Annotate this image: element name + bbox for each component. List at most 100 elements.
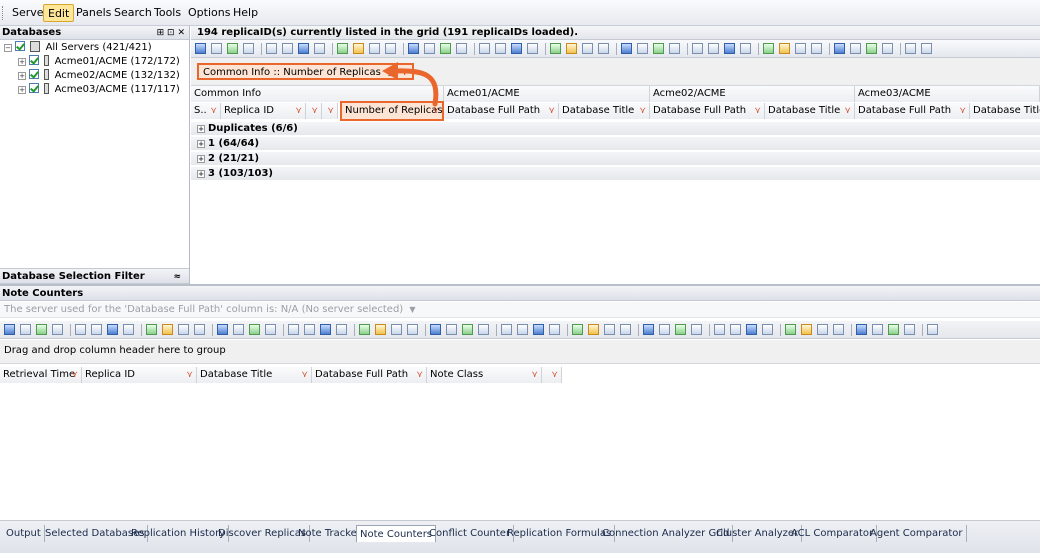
tab-note-counters[interactable]: Note Counters [356, 525, 437, 542]
group-row-3[interactable]: +3 (103/103) [191, 167, 1040, 181]
toolbar-button-icon[interactable] [669, 43, 680, 54]
toolbar-button-icon[interactable] [724, 43, 735, 54]
toolbar-button-icon[interactable] [298, 43, 309, 54]
column-header-database-full-path[interactable]: Database Full Path ⋎ [312, 367, 427, 383]
tab-note-tracker[interactable]: Note Tracker [295, 525, 365, 542]
checkbox[interactable] [29, 83, 40, 93]
column-header-note-class[interactable]: Note Class ⋎ [427, 367, 542, 383]
menu-edit[interactable]: Edit [43, 4, 75, 22]
toolbar-button-icon[interactable] [533, 324, 544, 335]
toolbar-button-icon[interactable] [288, 324, 299, 335]
checkbox[interactable] [15, 41, 26, 51]
toolbar-button-icon[interactable] [304, 324, 315, 335]
menu-help[interactable]: Help [229, 4, 262, 22]
filter-icon[interactable]: ⋎ [311, 103, 318, 119]
filter-icon[interactable]: ⋎ [327, 103, 334, 119]
toolbar-button-icon[interactable] [785, 324, 796, 335]
tab-agent-comparator[interactable]: Agent Comparator [867, 525, 967, 542]
column-header-blank[interactable]: ⋎ [542, 367, 562, 383]
column-header-acme02-full-path[interactable]: Database Full Path ⋎ [650, 103, 765, 119]
toolbar-button-icon[interactable] [659, 324, 670, 335]
toolbar-button-icon[interactable] [407, 324, 418, 335]
filter-icon[interactable]: ⋎ [639, 103, 646, 119]
tree-item-acme03[interactable]: + Acme03/ACME (117/117) [18, 83, 180, 97]
expand-icon[interactable]: + [197, 140, 205, 148]
toolbar-button-icon[interactable] [336, 324, 347, 335]
menu-panels[interactable]: Panels [72, 4, 115, 22]
toolbar-button-icon[interactable] [517, 324, 528, 335]
tab-output[interactable]: Output [3, 525, 45, 542]
toolbar-button-icon[interactable] [211, 43, 222, 54]
filter-icon[interactable]: ⋎ [416, 367, 423, 383]
toolbar-button-icon[interactable] [146, 324, 157, 335]
toolbar-button-icon[interactable] [36, 324, 47, 335]
tree-item-acme02[interactable]: + Acme02/ACME (132/132) [18, 69, 180, 83]
column-header-number-of-replicas[interactable]: Number of Replicas ⋎ [340, 101, 444, 121]
tab-acl-comparator[interactable]: ACL Comparator [788, 525, 878, 542]
toolbar-button-icon[interactable] [194, 324, 205, 335]
group-row-duplicates[interactable]: + Duplicates (6/6) [191, 122, 1040, 136]
tab-replication-history[interactable]: Replication History [128, 525, 230, 542]
toolbar-button-icon[interactable] [243, 43, 254, 54]
toolbar-button-icon[interactable] [446, 324, 457, 335]
toolbar-button-icon[interactable] [549, 324, 560, 335]
group-row-2[interactable]: +2 (21/21) [191, 152, 1040, 166]
toolbar-button-icon[interactable] [708, 43, 719, 54]
toolbar-button-icon[interactable] [856, 324, 867, 335]
filter-icon[interactable]: ⋎ [548, 103, 555, 119]
toolbar-button-icon[interactable] [233, 324, 244, 335]
filter-icon[interactable]: ⋎ [531, 367, 538, 383]
filter-icon[interactable]: ⋎ [432, 103, 439, 119]
toolbar-button-icon[interactable] [927, 324, 938, 335]
filter-icon[interactable]: ⋎ [401, 68, 408, 78]
toolbar-button-icon[interactable] [320, 324, 331, 335]
toolbar-button-icon[interactable] [833, 324, 844, 335]
toolbar-button-icon[interactable] [314, 43, 325, 54]
column-header-blank-1[interactable]: ⋎ [306, 103, 322, 119]
toolbar-button-icon[interactable] [817, 324, 828, 335]
filter-icon[interactable]: ⋎ [844, 103, 851, 119]
expand-icon[interactable]: + [18, 72, 26, 80]
toolbar-button-icon[interactable] [714, 324, 725, 335]
dropdown-arrow-icon[interactable]: ▼ [409, 305, 415, 314]
checkbox[interactable] [29, 69, 40, 79]
toolbar-button-icon[interactable] [572, 324, 583, 335]
toolbar-button-icon[interactable] [178, 324, 189, 335]
toolbar-button-icon[interactable] [582, 43, 593, 54]
toolbar-button-icon[interactable] [107, 324, 118, 335]
toolbar-button-icon[interactable] [462, 324, 473, 335]
checkbox[interactable] [29, 55, 40, 65]
expand-icon[interactable]: + [197, 170, 205, 178]
toolbar-button-icon[interactable] [604, 324, 615, 335]
filter-icon[interactable]: ⋎ [959, 103, 966, 119]
toolbar-button-icon[interactable] [905, 43, 916, 54]
toolbar-button-icon[interactable] [779, 43, 790, 54]
expand-icon[interactable]: + [18, 86, 26, 94]
menu-options[interactable]: Options [184, 4, 234, 22]
column-header-acme01-title[interactable]: Database Title ⋎ [559, 103, 650, 119]
menu-search[interactable]: Search [110, 4, 156, 22]
toolbar-button-icon[interactable] [637, 43, 648, 54]
toolbar-button-icon[interactable] [850, 43, 861, 54]
toolbar-button-icon[interactable] [746, 324, 757, 335]
toolbar-button-icon[interactable] [195, 43, 206, 54]
toolbar-button-icon[interactable] [621, 43, 632, 54]
toolbar-button-icon[interactable] [282, 43, 293, 54]
expand-icon[interactable]: + [18, 58, 26, 66]
toolbar-button-icon[interactable] [795, 43, 806, 54]
toolbar-button-icon[interactable] [675, 324, 686, 335]
toolbar-button-icon[interactable] [882, 43, 893, 54]
toolbar-button-icon[interactable] [620, 324, 631, 335]
toolbar-button-icon[interactable] [527, 43, 538, 54]
toolbar-button-icon[interactable] [479, 43, 490, 54]
toolbar-button-icon[interactable] [643, 324, 654, 335]
toolbar-button-icon[interactable] [227, 43, 238, 54]
toolbar-button-icon[interactable] [217, 324, 228, 335]
filter-icon[interactable]: ⋎ [186, 367, 193, 383]
toolbar-button-icon[interactable] [75, 324, 86, 335]
toolbar-button-icon[interactable] [566, 43, 577, 54]
toolbar-button-icon[interactable] [834, 43, 845, 54]
toolbar-button-icon[interactable] [123, 324, 134, 335]
toolbar-button-icon[interactable] [52, 324, 63, 335]
column-header-retrieval-time[interactable]: Retrieval Time ⋎ [0, 367, 82, 383]
